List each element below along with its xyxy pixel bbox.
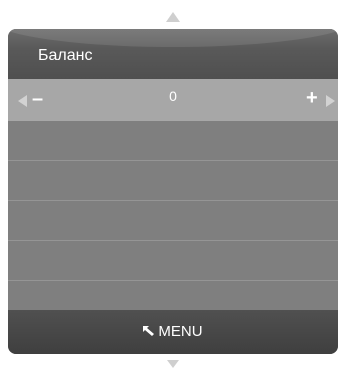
balance-value: 0	[169, 88, 177, 104]
balance-slider-row[interactable]: – 0 +	[8, 79, 338, 121]
menu-title: Баланс	[38, 47, 93, 64]
list-item	[8, 161, 338, 201]
decrease-button[interactable]: –	[32, 89, 43, 109]
increase-button[interactable]: +	[306, 88, 318, 108]
tv-menu-screen: Баланс – 0 + MENU	[0, 0, 344, 368]
triangle-right-icon[interactable]	[326, 95, 335, 107]
return-arrow-icon	[143, 325, 155, 336]
scroll-up-icon[interactable]	[166, 12, 180, 22]
list-item	[8, 201, 338, 241]
menu-footer: MENU	[8, 310, 338, 354]
menu-button[interactable]: MENU	[8, 324, 338, 340]
menu-panel: Баланс – 0 + MENU	[8, 29, 338, 354]
list-item	[8, 241, 338, 281]
triangle-left-icon[interactable]	[18, 95, 27, 107]
list-item	[8, 121, 338, 161]
menu-label: MENU	[158, 323, 203, 340]
empty-rows	[8, 121, 338, 321]
scroll-down-icon[interactable]	[167, 360, 179, 368]
menu-header: Баланс	[8, 29, 338, 79]
